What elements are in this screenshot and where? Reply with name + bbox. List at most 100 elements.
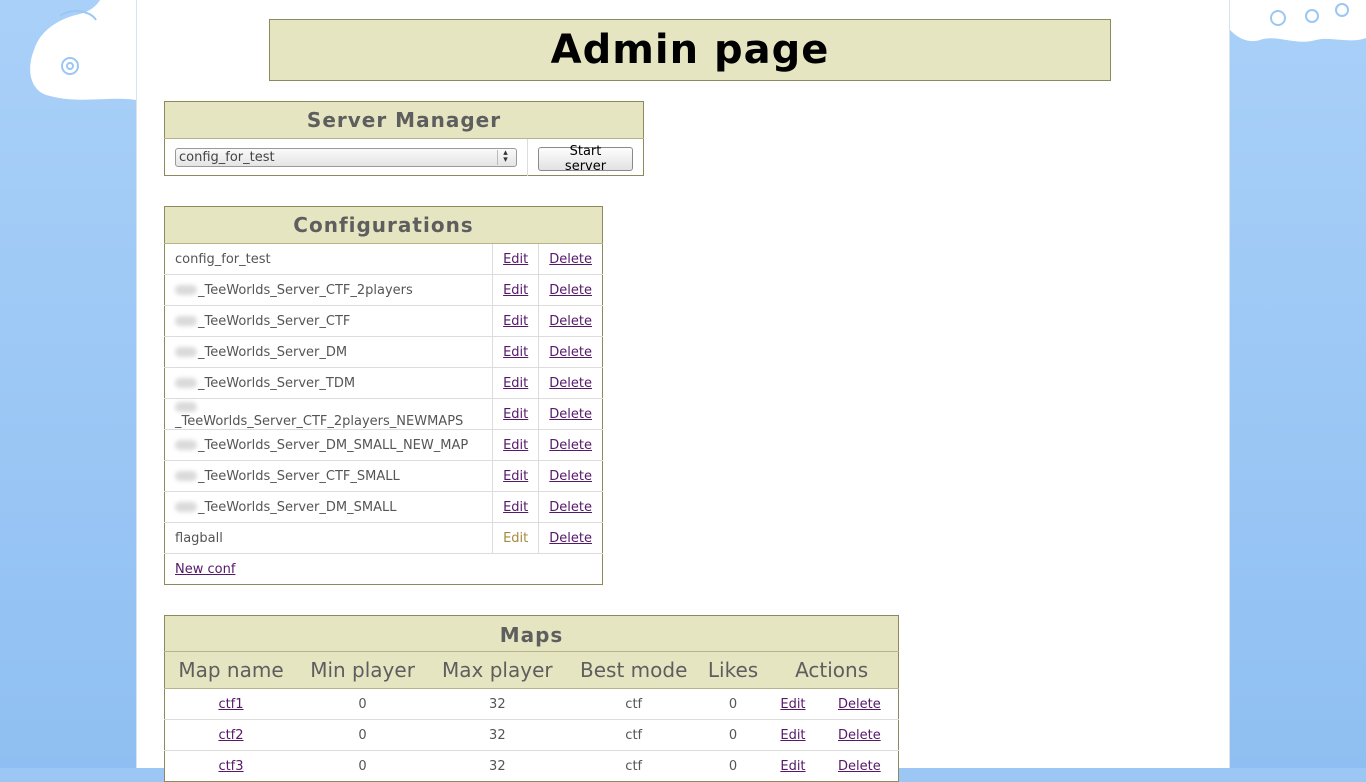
config-row: flagball Edit Delete [164,522,603,554]
maps-panel: Maps Map name Min player Max player Best mo… [164,615,899,782]
map-delete-link[interactable]: Delete [838,697,881,712]
map-row: ctf3 0 32 ctf 0 Edit Delete [164,750,899,782]
config-delete-link[interactable]: Delete [549,283,592,298]
config-row: _TeeWorlds_Server_DM_SMALL_NEW_MAP Edit De… [164,429,603,461]
redacted-prefix [175,347,197,357]
redacted-prefix [175,316,197,326]
map-edit-link[interactable]: Edit [780,697,805,712]
redacted-prefix [175,401,197,412]
config-edit-link[interactable]: Edit [503,252,528,267]
map-best-mode: ctf [566,750,701,782]
server-manager-panel: Server Manager config_for_test ▴ ▾ Start … [164,101,644,176]
config-row: _TeeWorlds_Server_CTF Edit Delete [164,305,603,337]
config-edit-link[interactable]: Edit [503,345,528,360]
map-min-player: 0 [296,750,429,782]
map-edit-link[interactable]: Edit [780,728,805,743]
page-title-box: Admin page [269,19,1111,81]
redacted-prefix [175,502,197,512]
config-name-cell: _TeeWorlds_Server_DM_SMALL [164,491,493,523]
config-name-cell: _TeeWorlds_Server_CTF_SMALL [164,460,493,492]
config-name-cell: _TeeWorlds_Server_DM_SMALL_NEW_MAP [164,429,493,461]
config-edit-link[interactable]: Edit [503,469,528,484]
maps-column-header: Actions [765,651,899,689]
map-max-player: 32 [428,750,567,782]
config-name: _TeeWorlds_Server_CTF_SMALL [198,468,400,484]
config-edit-link[interactable]: Edit [503,314,528,329]
config-delete-link[interactable]: Delete [549,407,592,422]
config-row: _TeeWorlds_Server_DM Edit Delete [164,336,603,368]
config-name: _TeeWorlds_Server_DM [198,344,348,360]
map-likes: 0 [700,688,766,720]
map-edit-link[interactable]: Edit [780,759,805,774]
server-manager-heading: Server Manager [164,101,644,139]
config-name-cell: config_for_test [164,243,493,275]
config-name-cell: _TeeWorlds_Server_CTF_2players_NEWMAPS [164,398,493,430]
config-name: flagball [175,530,223,546]
config-row: _TeeWorlds_Server_CTF_2players_NEWMAPS Ed… [164,398,603,430]
map-row: ctf2 0 32 ctf 0 Edit Delete [164,719,899,751]
map-best-mode: ctf [566,688,701,720]
configurations-heading: Configurations [164,206,603,244]
config-name: config_for_test [175,251,271,267]
config-edit-link: Edit [503,530,529,546]
config-name: _TeeWorlds_Server_TDM [198,375,356,391]
config-delete-link[interactable]: Delete [549,438,592,453]
page-title: Admin page [550,27,830,73]
config-row: _TeeWorlds_Server_CTF_SMALL Edit Delete [164,460,603,492]
maps-column-header: Min player [296,651,429,689]
config-delete-link[interactable]: Delete [549,314,592,329]
config-edit-link[interactable]: Edit [503,376,528,391]
config-name: _TeeWorlds_Server_CTF [198,313,351,329]
config-delete-link[interactable]: Delete [549,469,592,484]
map-delete-link[interactable]: Delete [838,759,881,774]
map-name-link[interactable]: ctf3 [218,759,243,774]
map-name-link[interactable]: ctf2 [218,728,243,743]
config-row: _TeeWorlds_Server_DM_SMALL Edit Delete [164,491,603,523]
config-name-cell: flagball [164,522,493,554]
config-row: config_for_test Edit Delete [164,243,603,275]
background-right [1230,0,1366,768]
maps-column-header: Likes [700,651,766,689]
config-delete-link[interactable]: Delete [549,345,592,360]
config-select[interactable]: config_for_test ▴ ▾ [175,147,517,167]
redacted-prefix [175,285,197,295]
map-delete-link[interactable]: Delete [838,728,881,743]
map-min-player: 0 [296,719,429,751]
background-left [0,0,136,768]
config-edit-link[interactable]: Edit [503,500,528,515]
redacted-prefix [175,440,197,450]
cloud-decoration-left [0,0,136,100]
map-max-player: 32 [428,688,567,720]
config-name-cell: _TeeWorlds_Server_CTF_2players [164,274,493,306]
page-container: Admin page Server Manager config_for_tes… [136,0,1230,782]
configurations-panel: Configurations config_for_test Edit Delete… [164,206,603,585]
config-name-cell: _TeeWorlds_Server_DM [164,336,493,368]
config-select-value: config_for_test [179,149,275,165]
maps-column-header: Best mode [566,651,701,689]
config-delete-link[interactable]: Delete [549,252,592,267]
redacted-prefix [175,378,197,388]
start-server-button[interactable]: Start server [538,144,633,174]
config-edit-link[interactable]: Edit [503,283,528,298]
map-max-player: 32 [428,719,567,751]
config-edit-link[interactable]: Edit [503,407,528,422]
config-delete-link[interactable]: Delete [549,531,592,546]
map-likes: 0 [700,750,766,782]
config-edit-link[interactable]: Edit [503,438,528,453]
new-conf-link[interactable]: New conf [175,562,235,577]
maps-column-header: Max player [428,651,567,689]
config-name-cell: _TeeWorlds_Server_CTF [164,305,493,337]
config-name: _TeeWorlds_Server_CTF_2players [198,282,413,298]
config-name: _TeeWorlds_Server_DM_SMALL [198,499,397,515]
maps-column-header: Map name [164,651,297,689]
maps-heading: Maps [164,615,899,652]
config-name: _TeeWorlds_Server_DM_SMALL_NEW_MAP [198,437,469,453]
config-delete-link[interactable]: Delete [549,376,592,391]
config-delete-link[interactable]: Delete [549,500,592,515]
select-arrows-icon: ▴ ▾ [497,148,513,165]
config-name-cell: _TeeWorlds_Server_TDM [164,367,493,399]
map-name-link[interactable]: ctf1 [218,697,243,712]
redacted-prefix [175,471,197,481]
config-row: _TeeWorlds_Server_CTF_2players Edit Delete [164,274,603,306]
map-likes: 0 [700,719,766,751]
